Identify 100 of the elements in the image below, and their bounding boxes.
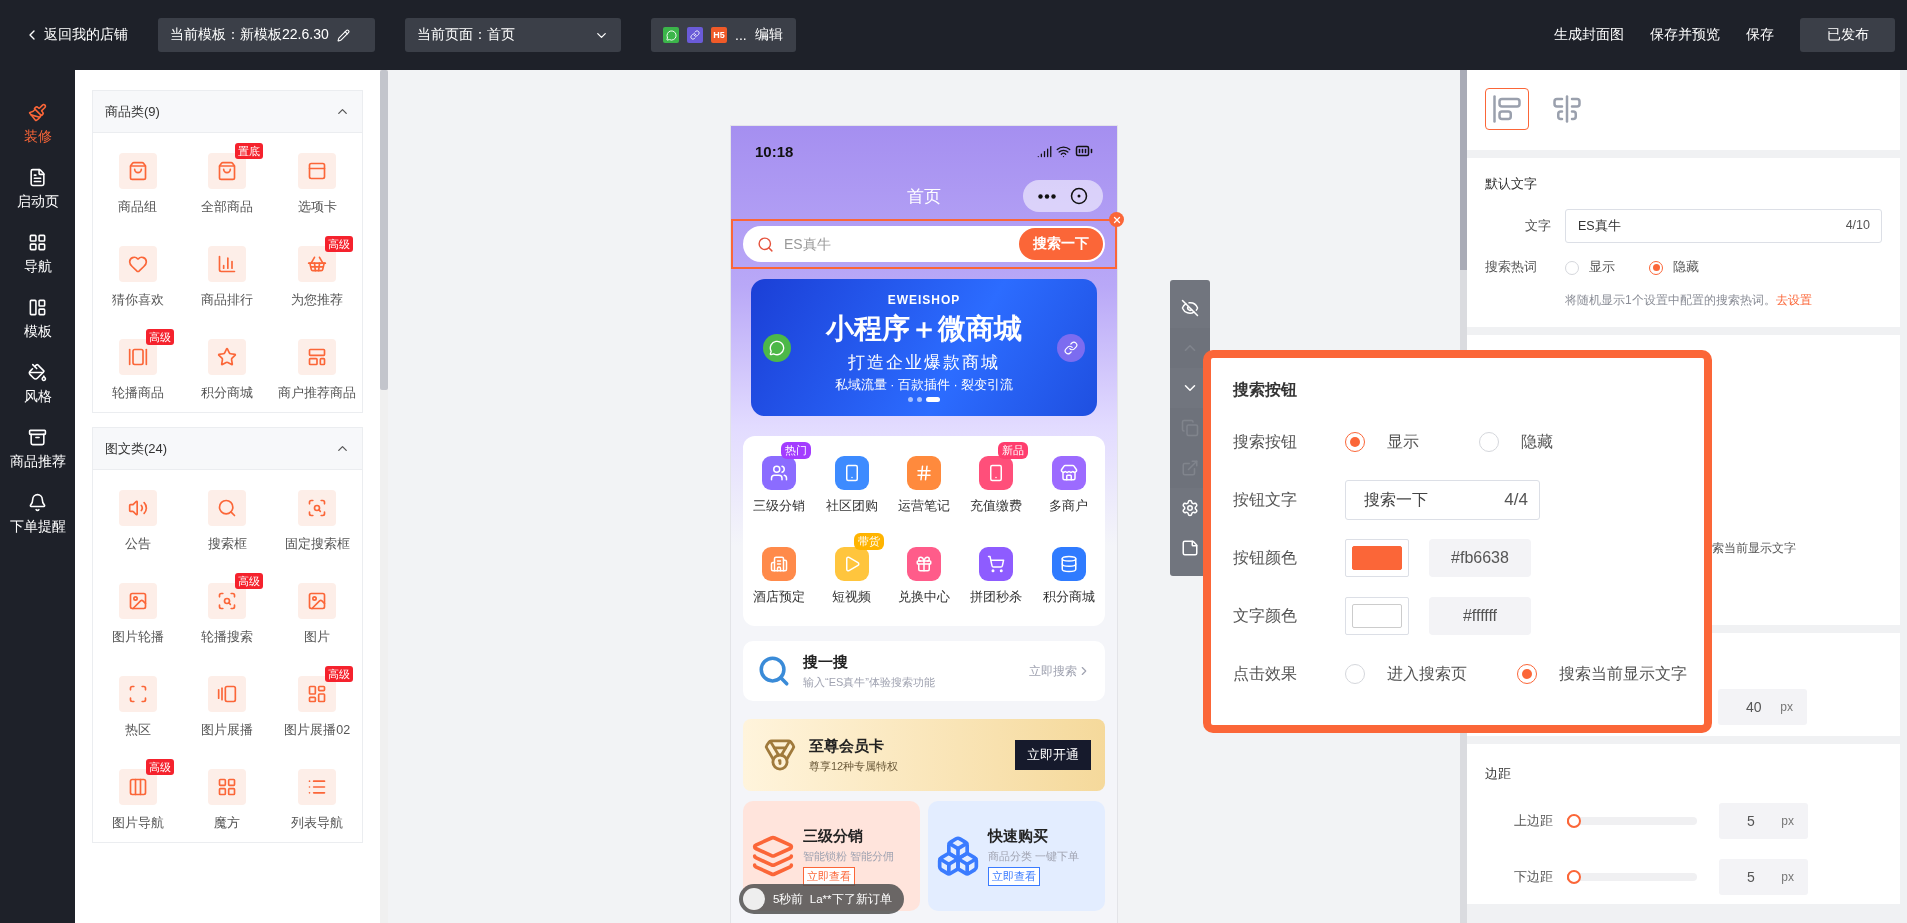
shortcut-label: 拼团秒杀 <box>970 589 1023 606</box>
promo-card[interactable]: 快速购买 商品分类 一键下单 立即查看 <box>928 801 1105 911</box>
radio-button[interactable] <box>1345 432 1365 452</box>
slider-track[interactable] <box>1567 873 1697 881</box>
radio-option[interactable]: 隐藏 <box>1479 431 1553 453</box>
shortcut-item[interactable]: 运营笔记 <box>887 440 961 531</box>
member-card[interactable]: 至尊会员卡 尊享12种专属特权 立即开通 <box>743 719 1105 791</box>
store-icon <box>1051 456 1086 490</box>
layout-icon <box>28 298 47 317</box>
nav-item[interactable]: 导航 <box>0 222 75 287</box>
shortcut-item[interactable]: 兑换中心 <box>887 531 961 622</box>
component-badge: 置底 <box>235 143 264 159</box>
grid-icon[interactable] <box>208 769 247 805</box>
bar-chart-icon[interactable] <box>208 246 247 282</box>
cart-icon <box>979 547 1014 581</box>
back-link[interactable]: 返回我的店铺 <box>24 26 128 44</box>
height-input-field[interactable]: 40 px <box>1718 689 1807 725</box>
list-icon[interactable] <box>298 769 337 805</box>
radio-option[interactable]: 显示 <box>1345 431 1419 453</box>
gallery-icon[interactable] <box>208 676 247 712</box>
shortcut-item[interactable]: 带货 短视频 <box>815 531 888 622</box>
shortcut-item[interactable]: 社区团购 <box>815 440 888 531</box>
field-label: 下边距 <box>1513 868 1553 886</box>
slider-thumb[interactable] <box>1566 870 1581 884</box>
bell-icon <box>28 493 47 512</box>
nav-item[interactable]: 风格 <box>0 352 75 417</box>
speaker-icon[interactable] <box>118 490 157 526</box>
field-label: 按钮颜色 <box>1233 547 1298 568</box>
search-promo-card[interactable]: 搜一搜 输入“ES真牛”体验搜索功能 立即搜索 <box>743 641 1105 701</box>
radio-option[interactable]: 隐藏 <box>1649 259 1699 276</box>
radio-button[interactable] <box>1649 260 1663 275</box>
view-tag[interactable]: 立即查看 <box>988 866 1040 886</box>
scrollbar-thumb[interactable] <box>380 70 388 390</box>
component-label: 热区 <box>124 722 151 739</box>
wifi-icon <box>1056 143 1071 159</box>
search-icon[interactable] <box>208 490 247 526</box>
color-hex-field[interactable]: #fb6638 <box>1429 539 1531 577</box>
page-dropdown[interactable]: 当前页面：首页 <box>405 18 621 52</box>
image-icon[interactable] <box>298 583 337 619</box>
hotspot-icon[interactable] <box>118 676 157 712</box>
card-subtitle: 智能锁粉 智能分佣 <box>803 848 896 864</box>
tab-panel-icon[interactable] <box>298 153 337 189</box>
slider-track[interactable] <box>1567 817 1697 825</box>
category-header[interactable]: 图文类(24) <box>93 428 362 470</box>
shortcut-item[interactable]: 酒店预定 <box>743 531 816 622</box>
page-title: 首页 <box>907 185 941 208</box>
shortcut-label: 三级分销 <box>753 498 806 515</box>
component-label: 商品组 <box>118 199 158 216</box>
scrollbar-thumb[interactable] <box>1460 70 1467 270</box>
boxes-icon <box>936 834 980 878</box>
toolbar-action-link[interactable]: 保存 <box>1746 26 1774 44</box>
template-selector[interactable]: 当前模板：新模板22.6.30 <box>158 18 375 52</box>
bag-icon[interactable] <box>118 153 157 189</box>
color-swatch[interactable] <box>1345 539 1409 577</box>
component-label: 固定搜索框 <box>284 536 350 553</box>
shortcut-label: 酒店预定 <box>753 589 806 606</box>
nav-item[interactable]: 模板 <box>0 287 75 352</box>
shortcut-item[interactable]: 积分商城 <box>1032 531 1105 622</box>
image-icon[interactable] <box>118 583 157 619</box>
radio-option[interactable]: 显示 <box>1565 259 1615 276</box>
shortcut-item[interactable]: 拼团秒杀 <box>960 531 1033 622</box>
layers-icon <box>751 834 795 878</box>
publish-button[interactable]: 已发布 <box>1800 18 1895 52</box>
promo-banner[interactable]: EWEISHOP 小程序＋微商城 打造企业爆款商城 私域流量 · 百款插件 · 裂变引流 <box>751 279 1097 416</box>
platform-selector[interactable]: H5 ... 编辑 <box>651 18 796 52</box>
slider-thumb[interactable] <box>1566 814 1581 828</box>
search-icon[interactable] <box>298 490 337 526</box>
component-label: 图片展播 <box>201 722 254 739</box>
category-header[interactable]: 商品类(9) <box>93 91 362 133</box>
toolbar-action-link[interactable]: 生成封面图 <box>1554 26 1624 44</box>
color-swatch[interactable] <box>1345 597 1409 635</box>
component-label: 图片 <box>304 629 331 646</box>
margin-input-field[interactable]: 5 px <box>1719 803 1808 839</box>
color-hex-field[interactable]: #ffffff <box>1429 597 1531 635</box>
nav-item[interactable]: 装修 <box>0 92 75 157</box>
hint-text: 将随机显示1个设置中配置的搜索热词。去设置 <box>1564 292 1813 309</box>
activate-button[interactable]: 立即开通 <box>1015 740 1091 770</box>
radio-option[interactable]: 进入搜索页 <box>1345 663 1467 685</box>
shortcut-item[interactable]: 热门 三级分销 <box>743 440 816 531</box>
field-label: 点击效果 <box>1233 663 1298 684</box>
radio-option[interactable]: 搜索当前显示文字 <box>1517 663 1687 685</box>
shortcut-item[interactable]: 多商户 <box>1032 440 1105 531</box>
align-left-tab[interactable] <box>1485 88 1529 130</box>
component-label: 选项卡 <box>297 199 337 216</box>
component-badge: 高级 <box>325 236 354 252</box>
margin-input-field[interactable]: 5 px <box>1719 859 1808 895</box>
component-label: 魔方 <box>214 815 241 832</box>
nav-item[interactable]: 商品推荐 <box>0 417 75 482</box>
shortcut-label: 充值缴费 <box>970 498 1023 515</box>
nav-item[interactable]: 启动页 <box>0 157 75 222</box>
close-icon[interactable] <box>1109 212 1124 227</box>
shortcut-label: 短视频 <box>832 589 872 606</box>
nav-item[interactable]: 下单提醒 <box>0 482 75 547</box>
radio-button[interactable] <box>1517 664 1537 684</box>
banner-subtitle: 打造企业爆款商城 <box>848 352 1000 374</box>
shortcut-label: 多商户 <box>1049 498 1089 515</box>
menu-capsule[interactable] <box>1023 180 1103 212</box>
toolbar-action-link[interactable]: 保存并预览 <box>1650 26 1720 44</box>
layout-icon[interactable] <box>298 339 337 375</box>
shortcut-item[interactable]: 新品 充值缴费 <box>960 440 1033 531</box>
